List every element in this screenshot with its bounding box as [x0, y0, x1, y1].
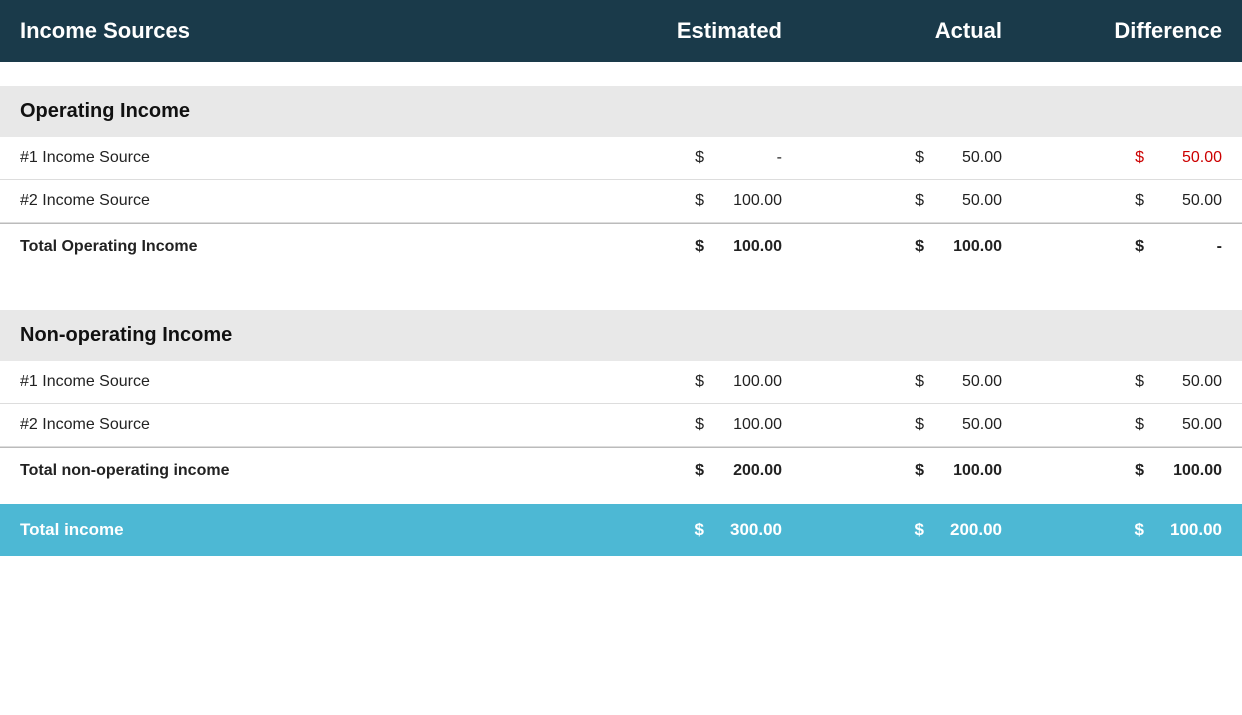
- operating-total-row: Total Operating Income $ 100.00 $ 100.00…: [0, 223, 1242, 270]
- op-row1-name: #1 Income Source: [20, 149, 562, 167]
- grand-total-estimated: $ 300.00: [562, 520, 782, 540]
- op-total-diff-symbol: $: [1135, 238, 1144, 256]
- nop-row1-estimated: $ 100.00: [562, 373, 782, 391]
- nop-total-estimated: $ 200.00: [562, 462, 782, 480]
- table-row: #1 Income Source $ - $ 50.00 $ 50.00: [0, 137, 1242, 180]
- op-row2-diff-value: 50.00: [1152, 192, 1222, 210]
- op-total-actual: $ 100.00: [782, 238, 1002, 256]
- nop-row2-diff-symbol: $: [1135, 416, 1144, 434]
- nonoperating-income-label: Non-operating Income: [20, 324, 232, 346]
- op-row1-est-value: -: [712, 149, 782, 167]
- nop-row2-act-value: 50.00: [932, 416, 1002, 434]
- grand-total-est-value: 300.00: [712, 520, 782, 540]
- grand-total-diff-value: 100.00: [1152, 520, 1222, 540]
- nop-row1-est-value: 100.00: [712, 373, 782, 391]
- header-difference: Difference: [1002, 18, 1222, 44]
- nop-row1-actual: $ 50.00: [782, 373, 1002, 391]
- nop-row1-diff-value: 50.00: [1152, 373, 1222, 391]
- nop-row2-diff-value: 50.00: [1152, 416, 1222, 434]
- table-row: #1 Income Source $ 100.00 $ 50.00 $ 50.0…: [0, 361, 1242, 404]
- op-total-label: Total Operating Income: [20, 238, 562, 256]
- nop-total-act-symbol: $: [915, 462, 924, 480]
- nonoperating-income-header: Non-operating Income: [0, 310, 1242, 361]
- grand-total-label: Total income: [20, 520, 562, 540]
- nop-row2-actual: $ 50.00: [782, 416, 1002, 434]
- nop-row1-name: #1 Income Source: [20, 373, 562, 391]
- nop-row1-diff-symbol: $: [1135, 373, 1144, 391]
- op-total-act-value: 100.00: [932, 238, 1002, 256]
- op-row2-estimated: $ 100.00: [562, 192, 782, 210]
- nop-row2-est-symbol: $: [695, 416, 704, 434]
- grand-total-diff-symbol: $: [1135, 520, 1144, 540]
- grand-total-row: Total income $ 300.00 $ 200.00 $ 100.00: [0, 504, 1242, 556]
- nop-total-est-value: 200.00: [712, 462, 782, 480]
- op-total-estimated: $ 100.00: [562, 238, 782, 256]
- op-row1-diff: $ 50.00: [1002, 149, 1222, 167]
- op-row1-est-symbol: $: [695, 149, 704, 167]
- income-table: Income Sources Estimated Actual Differen…: [0, 0, 1242, 556]
- op-row1-act-value: 50.00: [932, 149, 1002, 167]
- op-row2-diff-symbol: $: [1135, 192, 1144, 210]
- op-row1-actual: $ 50.00: [782, 149, 1002, 167]
- nop-row2-estimated: $ 100.00: [562, 416, 782, 434]
- nop-total-actual: $ 100.00: [782, 462, 1002, 480]
- grand-total-diff: $ 100.00: [1002, 520, 1222, 540]
- nop-row2-act-symbol: $: [915, 416, 924, 434]
- op-row2-act-value: 50.00: [932, 192, 1002, 210]
- operating-income-label: Operating Income: [20, 100, 190, 122]
- grand-total-est-symbol: $: [695, 520, 704, 540]
- table-row: #2 Income Source $ 100.00 $ 50.00 $ 50.0…: [0, 404, 1242, 447]
- nop-total-act-value: 100.00: [932, 462, 1002, 480]
- header-actual: Actual: [782, 18, 1002, 44]
- nop-total-est-symbol: $: [695, 462, 704, 480]
- grand-total-act-value: 200.00: [932, 520, 1002, 540]
- op-row2-actual: $ 50.00: [782, 192, 1002, 210]
- nop-total-diff: $ 100.00: [1002, 462, 1222, 480]
- table-row: #2 Income Source $ 100.00 $ 50.00 $ 50.0…: [0, 180, 1242, 223]
- op-row1-estimated: $ -: [562, 149, 782, 167]
- nop-row1-est-symbol: $: [695, 373, 704, 391]
- op-total-est-value: 100.00: [712, 238, 782, 256]
- op-row2-est-symbol: $: [695, 192, 704, 210]
- nop-row2-est-value: 100.00: [712, 416, 782, 434]
- grand-total-act-symbol: $: [915, 520, 924, 540]
- op-total-diff-value: -: [1152, 238, 1222, 256]
- header-estimated: Estimated: [562, 18, 782, 44]
- op-row2-est-value: 100.00: [712, 192, 782, 210]
- op-row1-act-symbol: $: [915, 149, 924, 167]
- nonoperating-total-row: Total non-operating income $ 200.00 $ 10…: [0, 447, 1242, 494]
- op-row1-diff-value: 50.00: [1152, 149, 1222, 167]
- nop-row1-act-symbol: $: [915, 373, 924, 391]
- nop-row1-diff: $ 50.00: [1002, 373, 1222, 391]
- nop-row1-act-value: 50.00: [932, 373, 1002, 391]
- nop-total-label: Total non-operating income: [20, 462, 562, 480]
- nop-total-diff-value: 100.00: [1152, 462, 1222, 480]
- op-row1-diff-symbol: $: [1135, 149, 1144, 167]
- header-income-sources: Income Sources: [20, 18, 562, 44]
- operating-income-header: Operating Income: [0, 86, 1242, 137]
- nop-row2-diff: $ 50.00: [1002, 416, 1222, 434]
- op-row2-name: #2 Income Source: [20, 192, 562, 210]
- op-total-act-symbol: $: [915, 238, 924, 256]
- table-header: Income Sources Estimated Actual Differen…: [0, 0, 1242, 62]
- op-total-est-symbol: $: [695, 238, 704, 256]
- grand-total-actual: $ 200.00: [782, 520, 1002, 540]
- op-total-diff: $ -: [1002, 238, 1222, 256]
- op-row2-diff: $ 50.00: [1002, 192, 1222, 210]
- nop-total-diff-symbol: $: [1135, 462, 1144, 480]
- op-row2-act-symbol: $: [915, 192, 924, 210]
- nop-row2-name: #2 Income Source: [20, 416, 562, 434]
